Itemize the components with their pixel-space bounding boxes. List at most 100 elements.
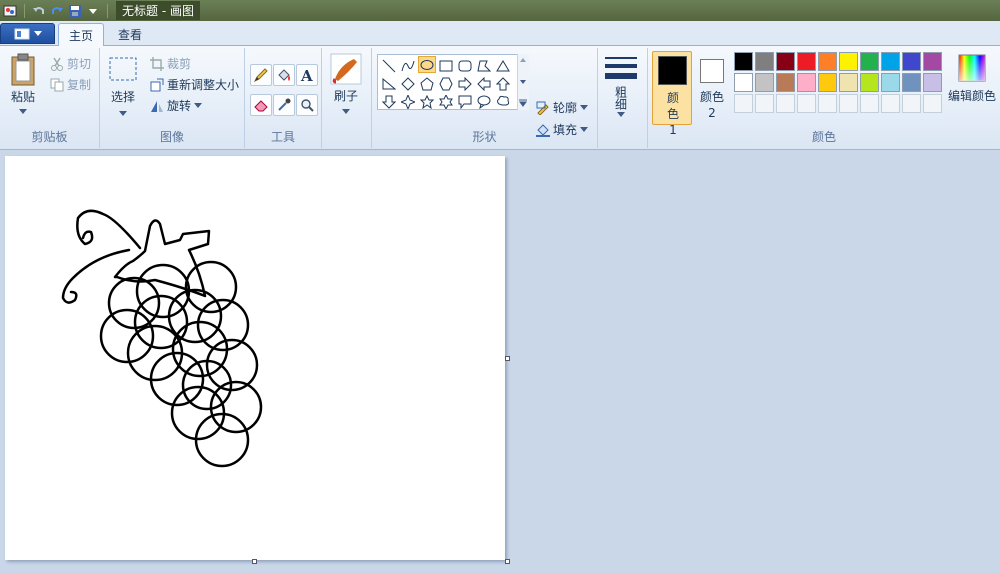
chevron-down-icon [342,109,350,114]
left-arrow-shape-icon[interactable] [475,75,493,92]
tab-home[interactable]: 主页 [58,23,105,47]
four-point-star-shape-icon[interactable] [399,93,417,110]
cloud-callout-shape-icon[interactable] [494,93,512,110]
triangle-shape-icon[interactable] [494,57,512,74]
color-swatch[interactable] [734,52,753,71]
color2-label: 颜色 2 [700,90,725,120]
custom-color-slot[interactable] [818,94,837,113]
fill-icon[interactable] [273,64,295,86]
paint-menu-button[interactable] [0,23,55,44]
ribbon-tab-row: 主页 查看 [0,21,1000,47]
resize-button[interactable]: 重新调整大小 [150,76,239,93]
color-swatch[interactable] [881,73,900,92]
line-shape-icon[interactable] [380,57,398,74]
right-triangle-shape-icon[interactable] [380,75,398,92]
color1-button[interactable]: 颜色 1 [652,51,692,137]
redo-icon[interactable] [49,3,65,19]
color-swatch[interactable] [902,73,921,92]
cut-button[interactable]: 剪切 [50,55,91,72]
color-swatch[interactable] [755,73,774,92]
colors-group-label: 颜色 [811,130,836,144]
tab-view[interactable]: 查看 [108,23,152,46]
color-swatch[interactable] [923,73,942,92]
color-swatch[interactable] [755,52,774,71]
custom-color-slot[interactable] [734,94,753,113]
color-swatch[interactable] [860,73,879,92]
chevron-down-icon [580,104,589,110]
color-swatch[interactable] [839,52,858,71]
clipboard-group-label: 剪贴板 [31,130,68,144]
rainbow-palette-icon [958,54,986,82]
resize-handle-bottom[interactable] [252,559,257,564]
select-button[interactable]: 选择 [108,56,138,117]
down-arrow-shape-icon[interactable] [380,93,398,110]
clipboard-group: 粘贴 剪切 复制 剪贴板 [0,48,100,148]
color-swatch[interactable] [902,52,921,71]
clipboard-icon [11,53,35,86]
magnifier-icon[interactable] [296,94,318,116]
color-swatch[interactable] [839,73,858,92]
oval-callout-shape-icon[interactable] [475,93,493,110]
custom-color-slot[interactable] [797,94,816,113]
undo-icon[interactable] [31,3,47,19]
fill-button[interactable]: 填充 [536,121,589,138]
svg-text:A: A [300,67,313,83]
color-swatch[interactable] [923,52,942,71]
color-swatch[interactable] [776,73,795,92]
diamond-shape-icon[interactable] [399,75,417,92]
rectangle-shape-icon[interactable] [437,57,455,74]
customize-qat-icon[interactable] [85,3,101,19]
tools-group-label: 工具 [270,130,295,144]
color-swatch[interactable] [818,73,837,92]
text-icon[interactable]: A [296,64,318,86]
color-swatch[interactable] [881,52,900,71]
resize-handle-corner[interactable] [505,559,510,564]
eraser-icon[interactable] [250,94,272,116]
drawing-canvas[interactable] [5,156,505,560]
crop-button[interactable]: 裁剪 [150,55,191,72]
pentagon-shape-icon[interactable] [418,75,436,92]
rounded-rectangle-shape-icon[interactable] [456,57,474,74]
custom-color-slot[interactable] [902,94,921,113]
oval-shape-icon[interactable] [418,56,436,73]
color2-button[interactable]: 颜色 2 [696,51,728,125]
color-swatch[interactable] [797,73,816,92]
curve-shape-icon[interactable] [399,57,417,74]
brushes-button[interactable]: 刷子 [330,53,362,115]
color-swatch[interactable] [797,52,816,71]
six-point-star-shape-icon[interactable] [437,93,455,110]
chevron-down-icon [33,30,42,36]
custom-color-slot[interactable] [860,94,879,113]
color-swatch[interactable] [860,52,879,71]
polygon-shape-icon[interactable] [475,57,493,74]
resize-handle-right[interactable] [505,356,510,361]
paint-app-icon[interactable] [2,3,18,19]
custom-color-slot[interactable] [881,94,900,113]
rect-callout-shape-icon[interactable] [456,93,474,110]
paste-button[interactable]: 粘贴 [8,52,38,115]
workspace [0,151,1000,573]
resize-icon [150,78,164,91]
outline-icon [536,101,549,115]
up-arrow-shape-icon[interactable] [494,75,512,92]
color1-swatch [658,56,687,85]
shapes-scrollbar[interactable] [517,54,529,110]
pencil-icon[interactable] [250,64,272,86]
hexagon-shape-icon[interactable] [437,75,455,92]
color-swatch[interactable] [734,73,753,92]
outline-button[interactable]: 轮廓 [536,99,589,116]
rotate-button[interactable]: 旋转 [150,97,203,114]
color-picker-icon[interactable] [273,94,295,116]
five-point-star-shape-icon[interactable] [418,93,436,110]
custom-color-slot[interactable] [755,94,774,113]
color-swatch[interactable] [818,52,837,71]
right-arrow-shape-icon[interactable] [456,75,474,92]
save-icon[interactable] [67,3,83,19]
custom-color-slot[interactable] [839,94,858,113]
copy-button[interactable]: 复制 [50,76,91,93]
custom-color-slot[interactable] [776,94,795,113]
size-button[interactable]: 粗细 [604,54,638,118]
custom-color-slot[interactable] [923,94,942,113]
color-swatch[interactable] [776,52,795,71]
edit-colors-button[interactable]: 编辑颜色 [946,53,998,104]
